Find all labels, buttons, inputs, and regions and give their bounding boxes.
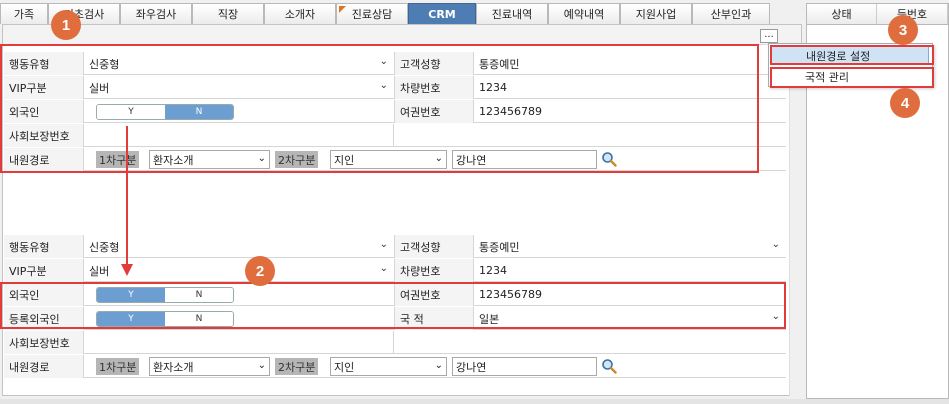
scrollbar[interactable]	[789, 46, 802, 396]
right-panel-header: 상태 등번호	[807, 4, 948, 25]
tab-support-program[interactable]: 지원사업	[620, 3, 692, 24]
tab-reservation-history[interactable]: 예약내역	[548, 3, 620, 24]
tab-label: 가족	[13, 8, 35, 21]
tab-label: 지원사업	[635, 8, 677, 21]
customer-tendency-label: 고객성향	[394, 235, 474, 258]
tab-label: 소개자	[284, 8, 316, 21]
step-badge-2: 2	[245, 256, 275, 286]
vip-label: VIP구분	[4, 259, 84, 282]
column-label: 상태	[831, 8, 852, 21]
social-security-label: 사회보장번호	[4, 331, 84, 354]
tab-label: 좌우검사	[135, 8, 177, 21]
tab-obstetrics[interactable]: 산부인과	[692, 3, 770, 24]
status-strip	[0, 399, 949, 404]
tab-family[interactable]: 가족	[0, 3, 48, 24]
tab-crm[interactable]: CRM	[408, 3, 476, 24]
vehicle-number-field[interactable]: 1234	[474, 259, 786, 282]
arrow-icon	[121, 126, 133, 276]
form-row: 내원경로 1차구분 환자소개 ⌄ 2차구분 지인 ⌄ 강나연	[4, 355, 786, 378]
first-category-label: 1차구분	[96, 358, 140, 375]
social-security-field[interactable]	[84, 331, 394, 354]
tab-label: 산부인과	[710, 8, 752, 21]
step-badge-3: 3	[888, 15, 918, 45]
chevron-down-icon: ⌄	[379, 263, 388, 274]
tab-label: 진료상담	[351, 8, 393, 21]
highlight-box-after	[0, 282, 786, 329]
referrer-field[interactable]: 강나연	[452, 357, 597, 376]
highlight-box-menu-2	[770, 67, 934, 88]
step-badge-1: 1	[51, 10, 81, 40]
tab-consultation[interactable]: 진료상담	[336, 3, 408, 24]
highlight-box-before	[0, 44, 759, 173]
form-row: 사회보장번호	[4, 331, 786, 354]
first-category-select[interactable]: 환자소개 ⌄	[149, 357, 270, 376]
customer-tendency-select[interactable]: 통증예민 ⌄	[476, 237, 784, 256]
search-icon[interactable]	[601, 358, 617, 374]
tab-label: 진료내역	[491, 8, 533, 21]
vehicle-number-label: 차량번호	[394, 259, 474, 282]
chevron-down-icon: ⌄	[771, 239, 780, 250]
status-column-header[interactable]: 상태	[807, 4, 877, 24]
tab-workplace[interactable]: 직장	[192, 3, 264, 24]
more-button[interactable]: ...	[760, 29, 778, 43]
tab-label: 예약내역	[563, 8, 605, 21]
second-category-select[interactable]: 지인 ⌄	[330, 357, 447, 376]
tab-label: CRM	[428, 7, 456, 21]
tab-left-right-exam[interactable]: 좌우검사	[120, 3, 192, 24]
tab-label: 직장	[217, 8, 239, 21]
chevron-down-icon: ⌄	[434, 360, 443, 371]
chevron-down-icon: ⌄	[257, 360, 266, 371]
chevron-down-icon: ⌄	[379, 239, 388, 250]
tab-treatment-history[interactable]: 진료내역	[476, 3, 548, 24]
behavior-type-label: 행동유형	[4, 235, 84, 258]
visit-route-label: 내원경로	[4, 355, 84, 378]
second-category-label: 2차구분	[275, 358, 319, 375]
tab-referrer[interactable]: 소개자	[264, 3, 336, 24]
step-badge-4: 4	[890, 88, 920, 118]
panel-toolbar: ...	[3, 25, 801, 45]
highlight-box-menu-1	[770, 45, 934, 65]
flag-icon	[339, 6, 346, 13]
tab-bar: 가족 기초검사 좌우검사 직장 소개자 진료상담 CRM 진료내역 예약내역 지…	[0, 3, 803, 24]
